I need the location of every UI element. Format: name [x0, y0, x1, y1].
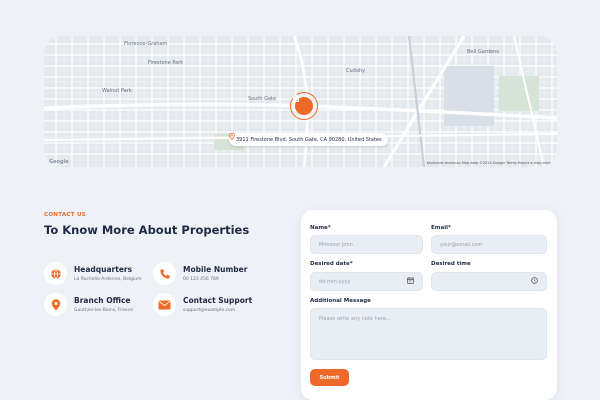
map-label-walnut: Walnut Park: [102, 88, 132, 94]
section-eyebrow: CONTACT US: [44, 212, 87, 218]
map-label-cudahy: Cudahy: [346, 68, 366, 74]
email-placeholder: your@email.com: [440, 241, 483, 248]
globe-icon: [44, 262, 67, 285]
info-title: Contact Support: [183, 296, 253, 305]
message-placeholder: Please write any note here...: [319, 316, 391, 322]
phone-icon: [153, 262, 176, 285]
email-label: Email*: [431, 225, 451, 231]
location-pin-icon: [44, 293, 67, 316]
date-label: Desired date*: [310, 261, 353, 267]
info-mobile: Mobile Number 00 123 456 789: [153, 262, 247, 285]
calendar-icon[interactable]: [407, 277, 414, 286]
message-label: Additional Message: [310, 298, 371, 304]
address-text: 3911 Firestone Blvd, South Gate, CA 9028…: [236, 136, 382, 143]
info-title: Branch Office: [74, 296, 131, 305]
info-branch: Branch Office Gauthier-les-Bains, France: [44, 293, 133, 316]
info-title: Mobile Number: [183, 265, 248, 274]
map-attribution[interactable]: Keyboard shortcuts Map data ©2024 Google…: [427, 161, 551, 165]
map-label-bell-gardens: Bell Gardens: [467, 49, 499, 55]
name-placeholder: Mimosor John: [319, 241, 353, 248]
date-placeholder: dd-mm-yyyy: [319, 278, 351, 285]
map-label-firestone: Firestone Park: [148, 60, 184, 66]
map-label-south-gate: South Gate: [248, 96, 277, 102]
info-support: Contact Support support@example.com: [153, 293, 252, 316]
submit-button[interactable]: Submit: [310, 369, 349, 386]
time-field[interactable]: [431, 272, 547, 291]
time-label: Desired time: [431, 261, 471, 267]
info-subtitle: support@example.com: [183, 308, 236, 313]
info-subtitle: 00 123 456 789: [183, 277, 219, 282]
home-icon: [292, 94, 313, 115]
date-field[interactable]: dd-mm-yyyy: [310, 272, 423, 291]
map-logo: Google: [49, 159, 69, 165]
location-map[interactable]: Florence-Graham Firestone Park Walnut Pa…: [44, 36, 557, 167]
info-headquarters: Headquarters La Rochelle-Ardenne, Belgiu…: [44, 262, 142, 285]
info-title: Headquarters: [74, 265, 133, 274]
map-label-florence: Florence-Graham: [124, 41, 168, 47]
name-field[interactable]: Mimosor John: [310, 235, 423, 254]
name-label: Name*: [310, 225, 331, 231]
info-subtitle: La Rochelle-Ardenne, Belgium: [74, 277, 142, 282]
clock-icon[interactable]: [531, 277, 538, 286]
map-marker[interactable]: [290, 92, 318, 120]
address-bubble: 3911 Firestone Blvd, South Gate, CA 9028…: [229, 133, 388, 146]
mail-icon: [153, 293, 176, 316]
contact-form: Name* Mimosor John Email* your@email.com…: [301, 210, 557, 400]
section-heading: To Know More About Properties: [44, 223, 250, 237]
info-subtitle: Gauthier-les-Bains, France: [74, 308, 133, 313]
message-field[interactable]: Please write any note here...: [310, 308, 547, 360]
email-field[interactable]: your@email.com: [431, 235, 547, 254]
